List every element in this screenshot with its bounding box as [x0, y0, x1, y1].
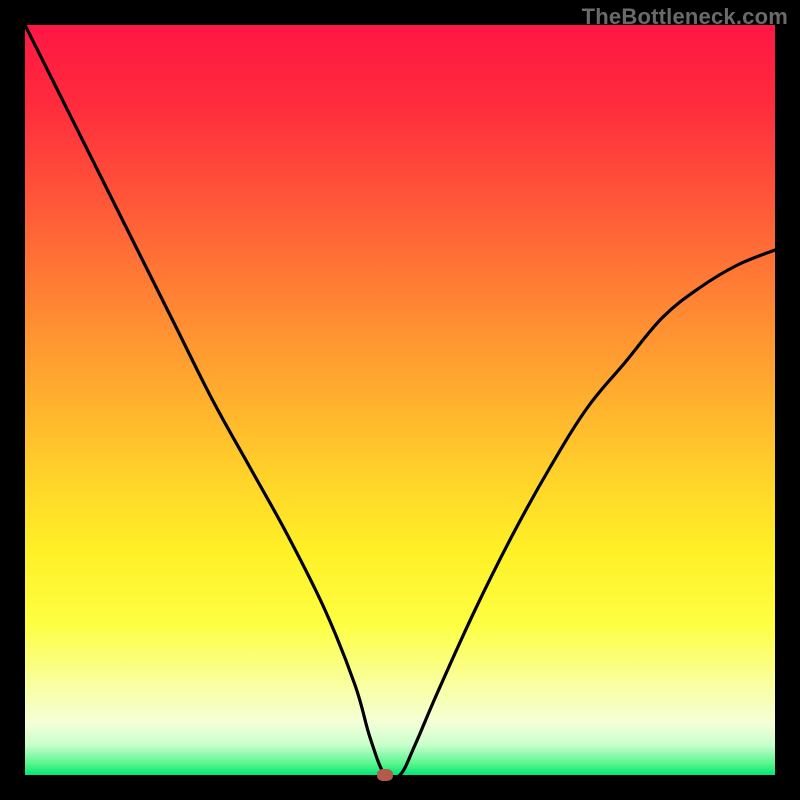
bottleneck-curve — [25, 25, 775, 775]
min-marker — [377, 769, 393, 781]
plot-area — [25, 25, 775, 775]
chart-frame: TheBottleneck.com — [0, 0, 800, 800]
